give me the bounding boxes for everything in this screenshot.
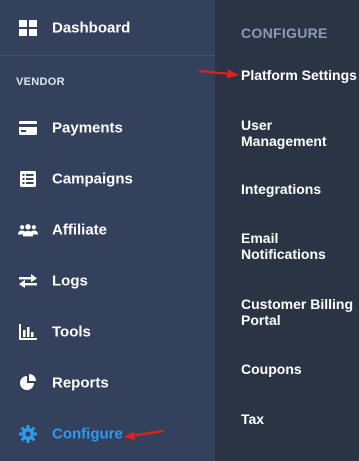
sidebar-header: Dashboard [0, 0, 215, 56]
sidebar-item-label: Payments [52, 119, 123, 137]
sidebar-item-payments[interactable]: Payments [0, 108, 215, 148]
sidebar-item-affiliate[interactable]: Affiliate [0, 210, 215, 250]
flyout-title: CONFIGURE [241, 25, 328, 41]
menu-item-coupons[interactable]: Coupons [241, 361, 359, 377]
menu-item-integrations[interactable]: Integrations [241, 181, 359, 197]
sidebar-item-label: Logs [52, 272, 88, 290]
app-window: Dashboard VENDOR Payments Campaigns Affi… [0, 0, 359, 461]
users-icon [18, 220, 38, 240]
sidebar-item-reports[interactable]: Reports [0, 363, 215, 403]
sidebar-item-label: Dashboard [52, 19, 131, 37]
exchange-arrows-icon [18, 271, 38, 291]
sidebar-item-tools[interactable]: Tools [0, 312, 215, 352]
bar-chart-icon [18, 322, 38, 342]
sidebar-item-label: Reports [52, 374, 109, 392]
menu-item-customer-billing-portal[interactable]: Customer Billing Portal [241, 296, 359, 328]
sidebar: Dashboard VENDOR Payments Campaigns Affi… [0, 0, 215, 461]
configure-flyout-menu: CONFIGURE Platform Settings User Managem… [215, 0, 359, 461]
menu-item-tax[interactable]: Tax [241, 411, 359, 427]
sidebar-item-configure[interactable]: Configure [0, 414, 215, 454]
menu-item-user-management[interactable]: User Management [241, 117, 359, 149]
section-label-vendor: VENDOR [16, 76, 65, 88]
list-icon [18, 169, 38, 189]
sidebar-item-campaigns[interactable]: Campaigns [0, 159, 215, 199]
sidebar-item-label: Campaigns [52, 170, 133, 188]
sidebar-item-dashboard[interactable]: Dashboard [0, 8, 215, 48]
menu-item-email-notifications[interactable]: Email Notifications [241, 230, 359, 262]
sidebar-item-label: Affiliate [52, 221, 108, 239]
sidebar-item-logs[interactable]: Logs [0, 261, 215, 301]
sidebar-item-label: Configure [52, 425, 123, 443]
pie-chart-icon [18, 373, 38, 393]
menu-item-platform-settings[interactable]: Platform Settings [241, 67, 359, 83]
credit-card-icon [18, 118, 38, 138]
dashboard-grid-icon [18, 18, 38, 38]
sidebar-item-label: Tools [52, 323, 91, 341]
gear-icon [18, 424, 38, 444]
